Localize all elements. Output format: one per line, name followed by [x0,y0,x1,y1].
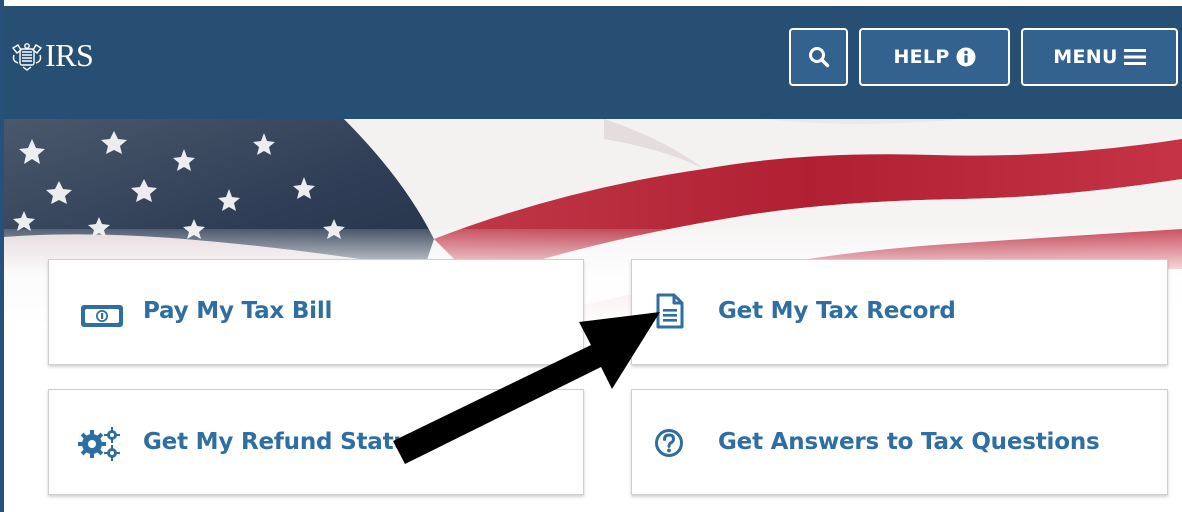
question-circle-icon [655,429,683,457]
get-answers-to-tax-questions-card[interactable]: Get Answers to Tax Questions [631,389,1168,495]
search-icon [808,47,829,68]
pay-my-tax-bill-label: Pay My Tax Bill [143,298,333,324]
help-button-label: HELP [893,46,950,68]
irs-home-page: IRS HELP MENU Pay My Tax Bill Get My Tax… [0,0,1182,512]
gears-icon [78,427,120,461]
get-my-tax-record-card[interactable]: Get My Tax Record [631,259,1168,365]
irs-logo[interactable]: IRS [10,37,94,74]
get-answers-to-tax-questions-label: Get Answers to Tax Questions [718,429,1100,455]
hamburger-icon [1123,49,1146,65]
menu-button-label: MENU [1053,46,1118,68]
get-my-refund-status-label: Get My Refund Status [143,429,424,455]
help-button[interactable]: HELP [859,28,1010,86]
get-my-refund-status-card[interactable]: Get My Refund Status [48,389,584,495]
left-edge-rule [0,0,4,512]
pay-my-tax-bill-card[interactable]: Pay My Tax Bill [48,259,584,365]
get-my-tax-record-label: Get My Tax Record [718,298,956,324]
search-button[interactable] [789,28,848,86]
money-bill-icon [81,305,123,327]
info-circle-icon [956,47,976,67]
eagle-seal-icon [11,42,43,71]
document-icon [656,293,684,329]
site-header: IRS HELP MENU [4,6,1182,119]
menu-button[interactable]: MENU [1021,28,1178,86]
irs-logo-text: IRS [45,37,94,73]
